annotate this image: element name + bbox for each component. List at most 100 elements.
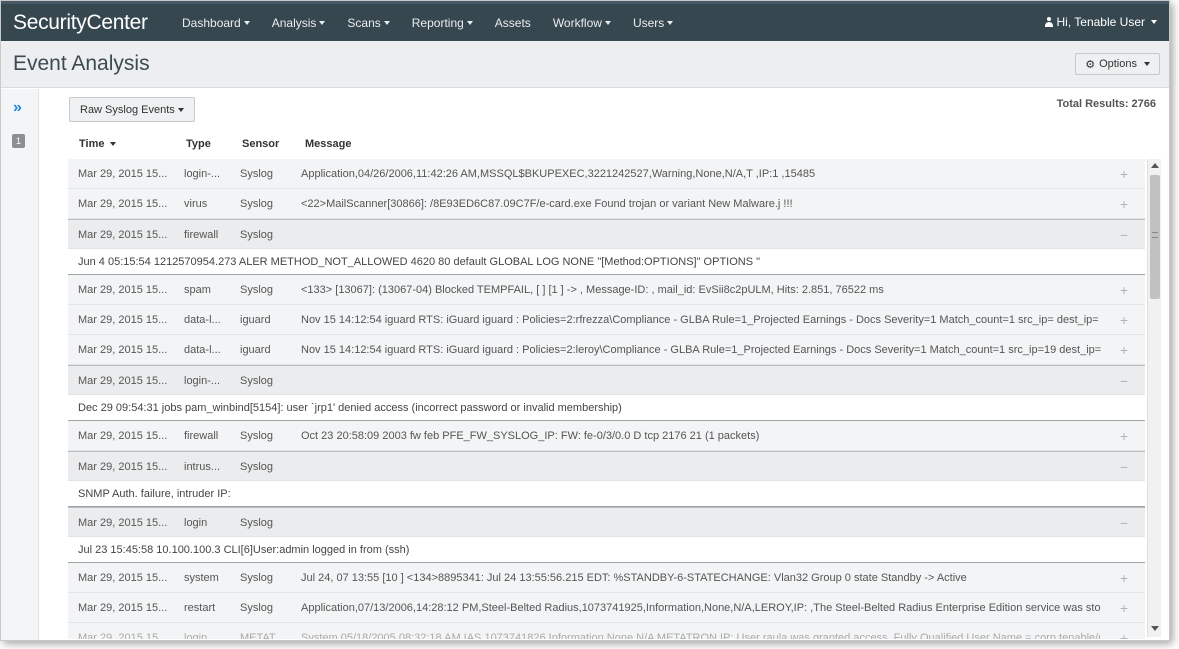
cell-time: Mar 29, 2015 15... — [78, 572, 168, 584]
chevron-down-icon — [1144, 62, 1150, 66]
column-header-type[interactable]: Type — [186, 134, 211, 154]
chevron-down-icon — [177, 107, 184, 112]
user-menu[interactable]: Hi, Tenable User — [1044, 15, 1157, 29]
brand-logo[interactable]: SecurityCenter — [1, 11, 171, 35]
cell-message: Application,04/26/2006,11:42:26 AM,MSSQL… — [301, 168, 816, 180]
cell-type: login-... — [184, 375, 221, 387]
table-row[interactable]: Mar 29, 2015 15... spam Syslog <133> [13067… — [68, 275, 1145, 305]
page-header: Event Analysis ⚙ Options — [1, 41, 1169, 88]
cell-type: firewall — [184, 229, 219, 241]
column-header-message-label: Message — [305, 138, 352, 150]
scrollbar[interactable] — [1147, 159, 1161, 637]
grip-icon — [1152, 232, 1158, 238]
expand-icon[interactable]: + — [1118, 593, 1130, 623]
cell-time: Mar 29, 2015 15... — [78, 375, 168, 387]
total-results-value: 2766 — [1131, 98, 1156, 110]
collapse-icon[interactable]: − — [1118, 366, 1130, 396]
chevron-down-icon — [319, 21, 326, 26]
sort-desc-icon — [110, 142, 117, 146]
app-window: SecurityCenter Dashboard Analysis Scans Rep… — [0, 0, 1170, 641]
gear-icon: ⚙ — [1085, 58, 1096, 71]
cell-message: Application,07/13/2006,14:28:12 PM,Steel… — [301, 602, 1101, 614]
expand-icon[interactable]: + — [1118, 305, 1130, 335]
page-title: Event Analysis — [13, 52, 150, 75]
expand-icon[interactable]: + — [1118, 275, 1130, 305]
column-header-time[interactable]: Time — [79, 134, 117, 154]
table-row[interactable]: Mar 29, 2015 15... virus Syslog <22>MailSca… — [68, 189, 1145, 219]
row-detail-message: SNMP Auth. failure, intruder IP: — [68, 481, 1145, 507]
cell-message: <133> [13067]: (13067-04) Blocked TEMPFA… — [301, 284, 884, 296]
top-navbar: SecurityCenter Dashboard Analysis Scans Rep… — [1, 1, 1169, 41]
cell-sensor: Syslog — [240, 375, 274, 387]
nav-item-users[interactable]: Users — [622, 16, 684, 30]
expand-icon[interactable]: + — [1118, 623, 1130, 639]
cell-sensor: iguard — [240, 344, 271, 356]
page-number-badge[interactable]: 1 — [12, 134, 25, 148]
collapse-icon[interactable]: − — [1118, 508, 1130, 538]
nav-item-dashboard[interactable]: Dashboard — [171, 16, 261, 30]
user-menu-label: Hi, Tenable User — [1056, 15, 1146, 29]
chevron-down-icon — [1151, 20, 1157, 24]
column-header-time-label: Time — [79, 138, 105, 150]
expand-icon[interactable]: + — [1118, 335, 1130, 365]
cell-sensor: Syslog — [240, 229, 274, 241]
cell-type: data-l... — [184, 344, 221, 356]
cell-sensor: METAT — [240, 632, 276, 639]
cell-sensor: Syslog — [240, 602, 274, 614]
nav-item-workflow[interactable]: Workflow — [542, 16, 622, 30]
table-row[interactable]: Mar 29, 2015 15 login METAT System 05/18/20… — [68, 623, 1145, 639]
table-row[interactable]: Mar 29, 2015 15... firewall Syslog − — [68, 219, 1145, 249]
scroll-up-arrow-icon[interactable] — [1151, 163, 1159, 168]
table-row[interactable]: Mar 29, 2015 15... data-l... iguard Nov 15 … — [68, 335, 1145, 365]
cell-sensor: Syslog — [240, 461, 274, 473]
cell-type: login — [184, 632, 208, 639]
total-results-label: Total Results: — [1056, 98, 1129, 110]
cell-time: Mar 29, 2015 15... — [78, 517, 168, 529]
table-row[interactable]: Mar 29, 2015 15... intrus... Syslog − — [68, 451, 1145, 481]
table-row[interactable]: Mar 29, 2015 15... system Syslog Jul 24, 07… — [68, 563, 1145, 593]
chevron-down-icon — [243, 21, 250, 26]
cell-message: Jul 24, 07 13:55 [10 ] <134>8895341: Jul… — [301, 572, 967, 584]
table-row[interactable]: Mar 29, 2015 15... restart Syslog Applicati… — [68, 593, 1145, 623]
nav-item-scans[interactable]: Scans — [336, 16, 400, 30]
column-header-sensor-label: Sensor — [242, 138, 280, 150]
nav-item-assets[interactable]: Assets — [484, 16, 542, 30]
collapse-icon[interactable]: − — [1118, 452, 1130, 482]
nav-item-reporting[interactable]: Reporting — [401, 16, 484, 30]
total-results: Total Results: 2766 — [1054, 98, 1156, 110]
tool-select-button[interactable]: Raw Syslog Events — [69, 97, 195, 122]
scrollbar-thumb[interactable] — [1150, 175, 1160, 299]
cell-message: <22>MailScanner[30866]: /8E93ED6C87.09C7… — [301, 198, 793, 210]
cell-time: Mar 29, 2015 15... — [78, 314, 168, 326]
expand-icon[interactable]: + — [1118, 189, 1130, 219]
cell-message: Oct 23 20:58:09 2003 fw feb PFE_FW_SYSLO… — [301, 430, 760, 442]
table-row[interactable]: Mar 29, 2015 15... login-... Syslog Applica… — [68, 159, 1145, 189]
cell-type: intrus... — [184, 461, 221, 473]
expand-icon[interactable]: + — [1118, 563, 1130, 593]
scroll-down-arrow-icon[interactable] — [1151, 626, 1159, 631]
row-detail-message: Dec 29 09:54:31 jobs pam_winbind[5154]: … — [68, 395, 1145, 421]
nav-item-analysis[interactable]: Analysis — [261, 16, 337, 30]
expand-icon[interactable]: + — [1118, 421, 1130, 451]
options-button[interactable]: ⚙ Options — [1075, 53, 1160, 75]
table-row[interactable]: Mar 29, 2015 15... login Syslog − — [68, 507, 1145, 537]
nav-item-label: Dashboard — [182, 15, 241, 30]
cell-sensor: iguard — [240, 314, 271, 326]
cell-sensor: Syslog — [240, 168, 274, 180]
cell-time: Mar 29, 2015 15... — [78, 602, 168, 614]
table-row[interactable]: Mar 29, 2015 15... login-... Syslog − — [68, 365, 1145, 395]
expand-icon[interactable]: + — [1118, 159, 1130, 189]
nav-item-label: Scans — [347, 15, 381, 30]
column-header-message[interactable]: Message — [305, 134, 351, 154]
cell-message: Nov 15 14:12:54 iguard RTS: iGuard iguar… — [301, 344, 1101, 356]
cell-time: Mar 29, 2015 15... — [78, 168, 168, 180]
chevron-down-icon — [383, 21, 390, 26]
cell-time: Mar 29, 2015 15... — [78, 430, 168, 442]
collapse-icon[interactable]: − — [1118, 220, 1130, 250]
table-row[interactable]: Mar 29, 2015 15... firewall Syslog Oct 23 2… — [68, 421, 1145, 451]
cell-sensor: Syslog — [240, 430, 274, 442]
nav-item-label: Analysis — [271, 15, 317, 30]
expand-panel-icon[interactable]: » — [13, 99, 22, 117]
column-header-sensor[interactable]: Sensor — [242, 134, 279, 154]
table-row[interactable]: Mar 29, 2015 15... data-l... iguard Nov 15 … — [68, 305, 1145, 335]
